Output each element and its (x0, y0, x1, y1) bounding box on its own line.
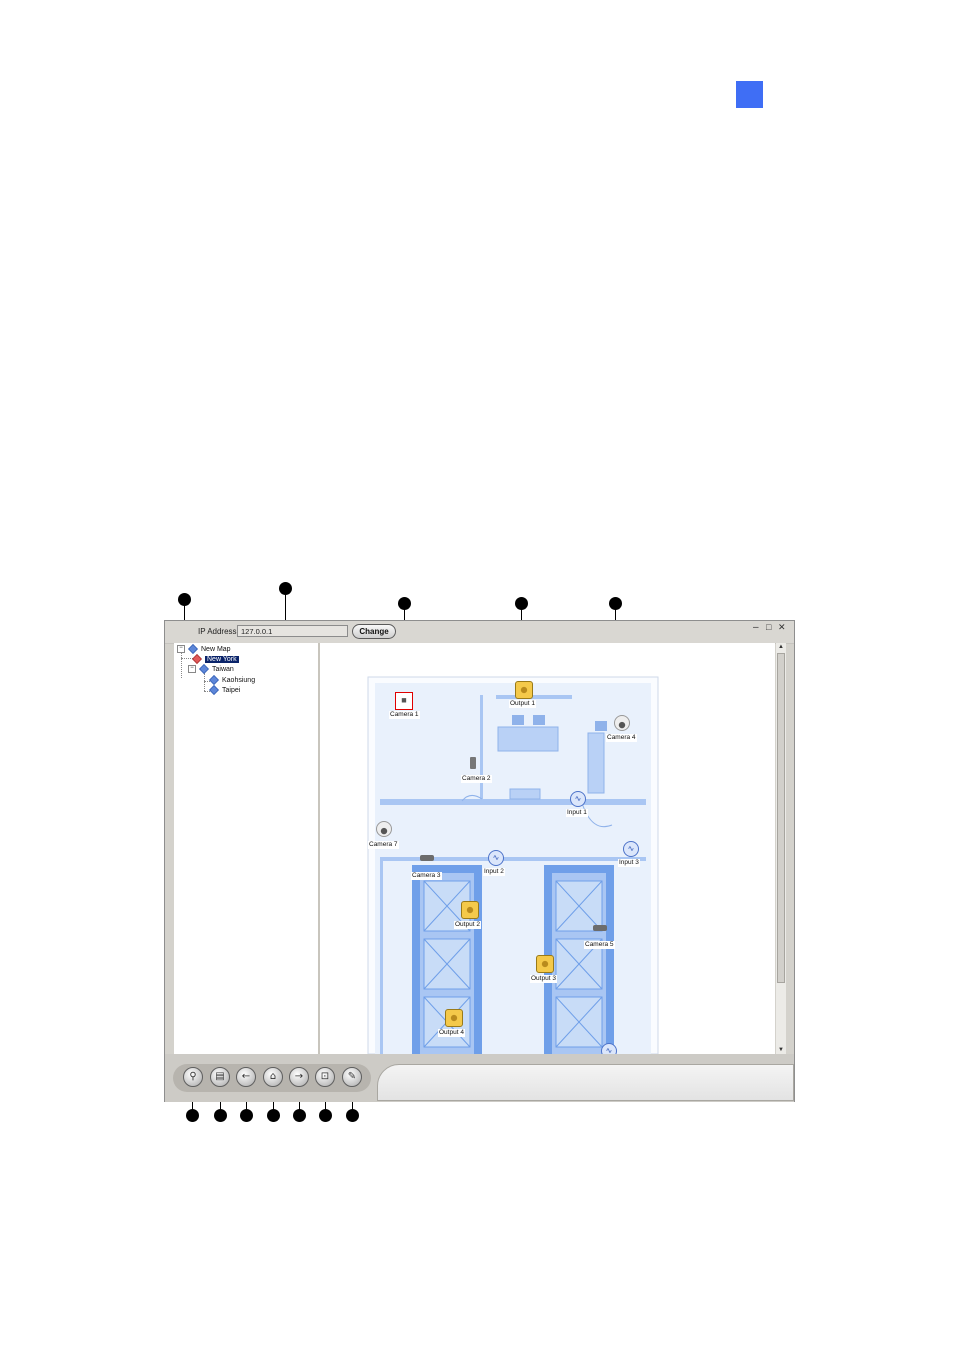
camera-icon[interactable] (376, 821, 392, 837)
tree-item-label: Taipei (222, 686, 241, 694)
callout-dot (267, 1109, 280, 1122)
scroll-up-icon[interactable]: ▲ (777, 643, 785, 651)
input-sensor-icon[interactable]: ∿ (488, 850, 504, 866)
alarm-output-icon[interactable] (461, 901, 479, 919)
device-label: Input 3 (618, 859, 640, 867)
scroll-down-icon[interactable]: ▼ (777, 1046, 785, 1054)
ip-address-label: IP Address (198, 627, 237, 636)
tree-item-label: Kaohsiung (222, 676, 256, 684)
settings-icon: ✎ (347, 1071, 357, 1082)
camera-icon[interactable] (420, 855, 434, 861)
map-icon (209, 675, 219, 685)
floor-map: ■ Camera 1 Camera 2 Camera 3 Camera 4 Ca… (320, 643, 775, 1054)
tree-item-new-york[interactable]: New York (192, 654, 239, 664)
back-icon: ← (241, 1071, 251, 1082)
ip-address-input[interactable]: 127.0.0.1 (237, 625, 348, 637)
back-button[interactable]: ← (236, 1067, 256, 1087)
tree-item-label: Taiwan (212, 665, 234, 673)
map-icon (192, 654, 202, 664)
device-label: Camera 2 (461, 775, 492, 783)
device-label: Camera 7 (368, 841, 399, 849)
address-bar: IP Address 127.0.0.1 Change – □ ✕ (165, 621, 794, 644)
search-button[interactable]: ⚲ (183, 1067, 203, 1087)
callout-dot (186, 1109, 199, 1122)
print-icon: ▤ (215, 1071, 225, 1082)
search-icon: ⚲ (189, 1071, 197, 1082)
print-button[interactable]: ▤ (210, 1067, 230, 1087)
input-sensor-icon[interactable]: ∿ (570, 791, 586, 807)
collapse-icon[interactable]: − (188, 665, 196, 673)
tree-item-kaohsiung[interactable]: Kaohsiung (209, 675, 255, 685)
tree-item-label: New Map (201, 645, 231, 653)
close-icon[interactable]: ✕ (778, 622, 786, 633)
map-tree: − New Map New York − Taiwan Kaohsiung Taip… (174, 643, 320, 1054)
settings-button[interactable]: ✎ (342, 1067, 362, 1087)
scrollbar-thumb[interactable] (777, 653, 785, 983)
alarm-output-icon[interactable] (515, 681, 533, 699)
device-label: Camera 5 (584, 941, 615, 949)
status-strip (377, 1064, 794, 1101)
camera-icon[interactable] (470, 757, 476, 769)
zoom-button[interactable]: ⊡ (315, 1067, 335, 1087)
collapse-icon[interactable]: − (177, 645, 185, 653)
tree-item-root[interactable]: − New Map (177, 644, 231, 654)
device-label: Output 4 (438, 1029, 465, 1037)
map-icon (199, 664, 209, 674)
tree-item-label: New York (205, 655, 239, 663)
input-sensor-icon[interactable]: ∿ (601, 1043, 617, 1054)
zoom-icon: ⊡ (320, 1071, 330, 1082)
callout-dot (293, 1109, 306, 1122)
camera-icon[interactable] (593, 925, 607, 931)
tree-connector (204, 673, 205, 691)
emap-window: IP Address 127.0.0.1 Change – □ ✕ − New M… (164, 620, 795, 1102)
callout-dot (240, 1109, 253, 1122)
device-label: Output 3 (530, 975, 557, 983)
device-label: Input 1 (566, 809, 588, 817)
device-label: Camera 3 (411, 872, 442, 880)
device-label: Input 2 (483, 868, 505, 876)
map-icon (188, 644, 198, 654)
toolbar: ⚲ ▤ ← ⌂ → ⊡ ✎ (165, 1054, 794, 1102)
tree-item-taiwan[interactable]: − Taiwan (188, 664, 234, 674)
device-label: Camera 4 (606, 734, 637, 742)
camera-icon[interactable] (614, 715, 630, 731)
tree-connector (181, 653, 182, 678)
alarm-output-icon[interactable] (536, 955, 554, 973)
callout-dot (346, 1109, 359, 1122)
vertical-scrollbar[interactable]: ▲ ▼ (776, 643, 786, 1054)
alarm-output-icon[interactable] (445, 1009, 463, 1027)
home-button[interactable]: ⌂ (263, 1067, 283, 1087)
map-icon (209, 685, 219, 695)
camera-icon[interactable]: ■ (395, 692, 413, 710)
tree-item-taipei[interactable]: Taipei (209, 685, 240, 695)
forward-icon: → (294, 1071, 304, 1082)
change-button[interactable]: Change (352, 624, 396, 639)
input-sensor-icon[interactable]: ∿ (623, 841, 639, 857)
device-label: Output 1 (509, 700, 536, 708)
callout-dot (319, 1109, 332, 1122)
forward-button[interactable]: → (289, 1067, 309, 1087)
page-badge (736, 81, 763, 108)
maximize-icon[interactable]: □ (766, 622, 771, 632)
minimize-icon[interactable]: – (753, 622, 759, 633)
callout-dot (214, 1109, 227, 1122)
device-label: Camera 1 (389, 711, 420, 719)
home-icon: ⌂ (269, 1071, 277, 1082)
device-label: Output 2 (454, 921, 481, 929)
